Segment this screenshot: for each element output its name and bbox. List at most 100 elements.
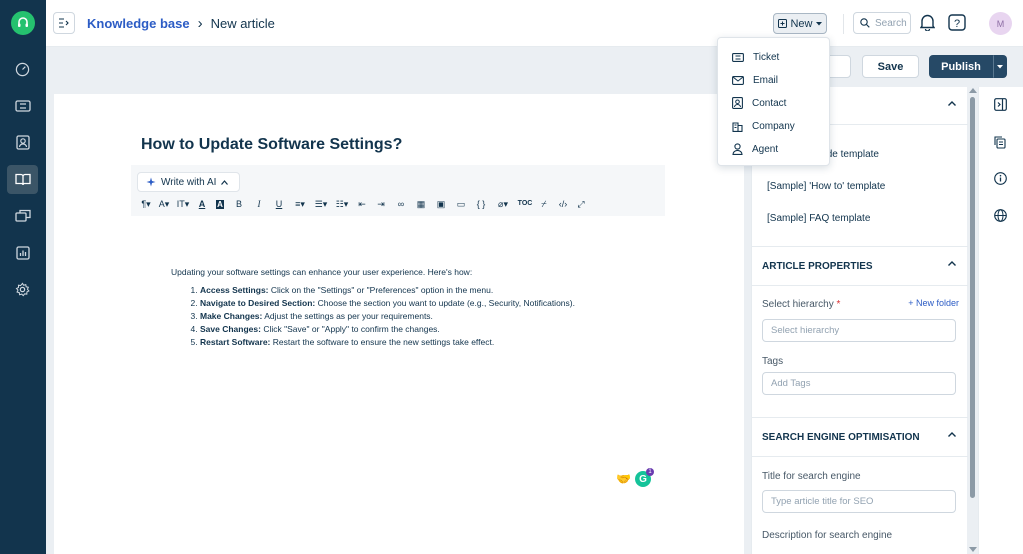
company-icon — [732, 122, 743, 132]
background-color-icon[interactable]: A — [211, 198, 229, 210]
article-editor[interactable]: How to Update Software Settings? Write w… — [54, 94, 744, 554]
breadcrumb-knowledge-base-link[interactable]: Knowledge base — [87, 16, 190, 31]
bold-icon[interactable]: B — [229, 198, 249, 210]
table-icon[interactable]: ▦ — [411, 198, 431, 210]
hierarchy-select[interactable]: Select hierarchy — [762, 319, 956, 342]
paragraph-format-icon[interactable]: ¶▾ — [137, 198, 155, 210]
agent-icon — [732, 143, 743, 155]
video-icon[interactable]: ▭ — [451, 198, 471, 210]
help-icon[interactable]: ? — [948, 14, 966, 37]
write-with-ai-button[interactable]: Write with AI — [137, 172, 240, 192]
scroll-down-arrow-icon[interactable] — [969, 547, 977, 552]
formatting-tools: ¶▾ A▾ IT▾ A A B I U ≡▾ ☰▾ ☷▾ ⇤ ⇥ ∞ ▦ ▣ ▭… — [137, 198, 589, 210]
scroll-up-arrow-icon[interactable] — [969, 88, 977, 93]
template-faq[interactable]: [Sample] FAQ template — [767, 213, 870, 224]
publish-button[interactable]: Publish — [929, 55, 993, 78]
menu-item-ticket[interactable]: Ticket — [718, 46, 831, 68]
fullscreen-icon[interactable]: ⤢ — [573, 198, 589, 210]
code-block-icon[interactable]: { } — [471, 198, 491, 210]
template-how-to[interactable]: [Sample] 'How to' template — [767, 181, 885, 192]
chat-icon[interactable] — [7, 201, 38, 230]
new-button[interactable]: New — [773, 13, 827, 34]
email-icon — [732, 75, 744, 85]
collapse-sidebar-button[interactable] — [53, 12, 75, 34]
menu-item-contact[interactable]: Contact — [718, 92, 831, 114]
article-properties-title: ARTICLE PROPERTIES — [762, 260, 873, 272]
steps-list: Access Settings: Click on the "Settings"… — [200, 284, 575, 349]
italic-icon[interactable]: I — [249, 198, 269, 210]
toggle-panel-icon[interactable] — [994, 98, 1007, 116]
save-button[interactable]: Save — [862, 55, 919, 78]
text-color-icon[interactable]: A — [193, 198, 211, 210]
breadcrumb-current: New article — [210, 16, 275, 31]
settings-icon[interactable] — [7, 275, 38, 304]
new-button-label: New — [790, 17, 813, 30]
chevron-down-icon — [815, 21, 822, 25]
top-bar: Knowledge base › New article New Search … — [46, 0, 1023, 47]
search-placeholder: Search — [875, 17, 907, 29]
table-of-contents-icon[interactable]: TOC — [515, 198, 535, 210]
clear-formatting-icon[interactable]: ⌿ — [535, 198, 553, 210]
article-intro: Updating your software settings can enha… — [171, 267, 473, 277]
seo-title: SEARCH ENGINE OPTIMISATION — [762, 431, 920, 443]
dashboard-icon[interactable] — [7, 55, 38, 84]
article-body[interactable]: Updating your software settings can enha… — [171, 266, 575, 348]
seo-section-header[interactable]: SEARCH ENGINE OPTIMISATION — [752, 417, 968, 457]
align-icon[interactable]: ≡▾ — [289, 198, 311, 210]
indent-icon[interactable]: ⇥ — [371, 198, 391, 210]
breadcrumb-separator: › — [197, 15, 203, 32]
tickets-icon[interactable] — [7, 91, 38, 120]
reports-icon[interactable] — [7, 238, 38, 267]
notifications-bell-icon[interactable] — [919, 13, 936, 36]
globe-icon[interactable] — [994, 209, 1007, 227]
new-folder-link[interactable]: + New folder — [908, 298, 959, 308]
search-icon — [860, 18, 870, 28]
contacts-icon[interactable] — [7, 128, 38, 157]
chevron-up-icon — [948, 432, 956, 437]
svg-text:?: ? — [954, 18, 960, 30]
font-family-icon[interactable]: A▾ — [155, 198, 173, 210]
chevron-down-icon — [997, 64, 1003, 68]
source-code-icon[interactable]: ‹/› — [553, 198, 573, 210]
tags-input[interactable]: Add Tags — [762, 372, 956, 395]
new-dropdown-menu: Ticket Email Contact Company Agent — [717, 37, 830, 166]
user-avatar[interactable]: M — [989, 12, 1012, 35]
numbered-list-icon[interactable]: ☷▾ — [331, 198, 353, 210]
bullet-list-icon[interactable]: ☰▾ — [311, 198, 331, 210]
headset-logo-icon[interactable] — [11, 11, 35, 35]
tags-label: Tags — [762, 356, 784, 367]
list-item: Make Changes: Adjust the settings as per… — [200, 310, 575, 323]
publish-options-button[interactable] — [993, 55, 1007, 78]
breadcrumb: Knowledge base › New article — [87, 16, 275, 31]
hierarchy-label: Select hierarchy * — [762, 299, 841, 310]
outdent-icon[interactable]: ⇤ — [353, 198, 371, 210]
underline-icon[interactable]: U — [269, 198, 289, 210]
menu-item-email[interactable]: Email — [718, 69, 831, 91]
menu-item-agent[interactable]: Agent — [718, 138, 831, 160]
divider — [843, 14, 844, 34]
copy-icon[interactable] — [994, 136, 1006, 154]
info-icon[interactable] — [994, 172, 1007, 190]
link-icon[interactable]: ∞ — [391, 198, 411, 210]
scrollbar-thumb[interactable] — [970, 97, 975, 498]
knowledge-base-icon[interactable] — [7, 165, 38, 194]
editor-toolbar: Write with AI ¶▾ A▾ IT▾ A A B I U ≡▾ ☰▾ … — [131, 165, 665, 216]
chevron-up-icon — [948, 261, 956, 266]
font-size-icon[interactable]: IT▾ — [173, 198, 193, 210]
panel-scrollbar[interactable] — [969, 87, 977, 554]
list-item: Restart Software: Restart the software t… — [200, 336, 575, 349]
search-input[interactable]: Search — [853, 12, 911, 34]
seo-title-input[interactable]: Type article title for SEO — [762, 490, 956, 513]
grammarly-count-badge: 1 — [646, 468, 654, 476]
menu-item-company[interactable]: Company — [718, 115, 831, 137]
article-title[interactable]: How to Update Software Settings? — [141, 136, 402, 154]
image-icon[interactable]: ▣ — [431, 198, 451, 210]
article-properties-header[interactable]: ARTICLE PROPERTIES — [752, 246, 968, 286]
ticket-icon — [732, 52, 744, 62]
handshake-emoji-icon[interactable]: 🤝 — [616, 472, 631, 486]
list-item: Navigate to Desired Section: Choose the … — [200, 297, 575, 310]
chevron-up-icon — [948, 101, 956, 106]
plus-box-icon — [778, 19, 788, 28]
attachment-icon[interactable]: ⌀▾ — [491, 198, 515, 210]
seo-title-label: Title for search engine — [762, 471, 861, 482]
